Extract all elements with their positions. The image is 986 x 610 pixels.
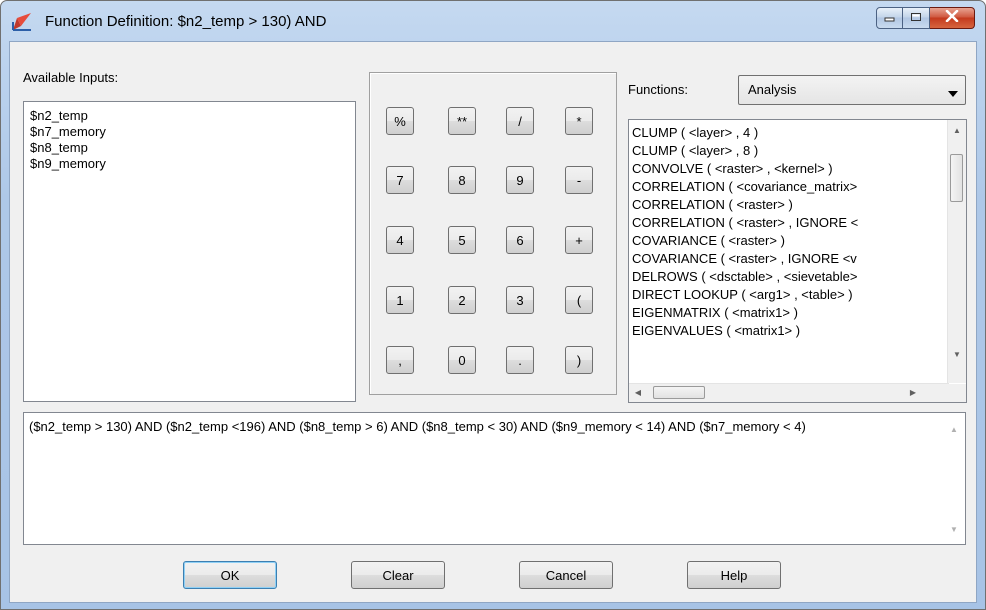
keypad-button-plus[interactable]: +	[565, 226, 593, 254]
functions-vertical-scrollbar[interactable]: ▲ ▼	[947, 120, 966, 383]
keypad-button-percent[interactable]: %	[386, 107, 414, 135]
scroll-up-icon[interactable]: ▲	[948, 126, 966, 135]
function-item[interactable]: CORRELATION ( <raster> )	[629, 196, 935, 214]
available-inputs-list[interactable]: $n2_temp $n7_memory $n8_temp $n9_memory	[23, 101, 356, 402]
keypad-button-6[interactable]: 6	[506, 226, 534, 254]
keypad-button-period[interactable]: .	[506, 346, 534, 374]
minimize-icon	[884, 9, 896, 27]
selected-category: Analysis	[748, 82, 797, 97]
cancel-button[interactable]: Cancel	[519, 561, 613, 589]
keypad-button-3[interactable]: 3	[506, 286, 534, 314]
input-item[interactable]: $n7_memory	[24, 124, 355, 140]
keypad-button-power[interactable]: **	[448, 107, 476, 135]
function-definition-window: Function Definition: $n2_temp > 130) AND…	[0, 0, 986, 610]
input-item[interactable]: $n2_temp	[24, 108, 355, 124]
scroll-down-icon[interactable]: ▼	[945, 525, 963, 534]
functions-list[interactable]: CLUMP ( <layer> , 4 ) CLUMP ( <layer> , …	[628, 119, 967, 403]
caption-buttons	[876, 7, 975, 29]
help-button[interactable]: Help	[687, 561, 781, 589]
close-button[interactable]	[930, 7, 975, 29]
clear-button[interactable]: Clear	[351, 561, 445, 589]
scrollbar-corner	[948, 384, 966, 402]
horizontal-scroll-thumb[interactable]	[653, 386, 705, 399]
keypad-button-close-paren[interactable]: )	[565, 346, 593, 374]
vertical-scroll-thumb[interactable]	[950, 154, 963, 202]
keypad-button-9[interactable]: 9	[506, 166, 534, 194]
keypad-button-1[interactable]: 1	[386, 286, 414, 314]
function-item[interactable]: DELROWS ( <dsctable> , <sievetable>	[629, 268, 935, 286]
scroll-down-icon[interactable]: ▼	[948, 350, 966, 359]
function-item[interactable]: COVARIANCE ( <raster> , IGNORE <v	[629, 250, 935, 268]
function-item[interactable]: COVARIANCE ( <raster> )	[629, 232, 935, 250]
scroll-left-icon[interactable]: ◀	[629, 388, 647, 397]
keypad-button-4[interactable]: 4	[386, 226, 414, 254]
chevron-down-icon	[947, 86, 959, 101]
keypad-button-5[interactable]: 5	[448, 226, 476, 254]
close-icon	[945, 9, 959, 27]
keypad-button-8[interactable]: 8	[448, 166, 476, 194]
expression-text[interactable]: ($n2_temp > 130) AND ($n2_temp <196) AND…	[29, 419, 934, 435]
function-item[interactable]: CLUMP ( <layer> , 4 )	[629, 124, 935, 142]
dialog-client-area: Available Inputs: $n2_temp $n7_memory $n…	[9, 41, 977, 603]
ok-button[interactable]: OK	[183, 561, 277, 589]
scroll-right-icon[interactable]: ▶	[904, 388, 922, 397]
title-bar[interactable]: Function Definition: $n2_temp > 130) AND	[1, 1, 985, 43]
function-item[interactable]: CONVOLVE ( <raster> , <kernel> )	[629, 160, 935, 178]
keypad-button-0[interactable]: 0	[448, 346, 476, 374]
function-item[interactable]: EIGENMATRIX ( <matrix1> )	[629, 304, 935, 322]
calculator-keypad: % ** / * 7 8 9 - 4 5 6 + 1 2 3 ( , 0 . )	[369, 72, 617, 395]
functions-horizontal-scrollbar[interactable]: ◀ ▶	[629, 383, 949, 402]
keypad-button-2[interactable]: 2	[448, 286, 476, 314]
scroll-up-icon[interactable]: ▲	[945, 425, 963, 434]
input-item[interactable]: $n8_temp	[24, 140, 355, 156]
function-item[interactable]: EIGENVALUES ( <matrix1> )	[629, 322, 935, 340]
keypad-button-multiply[interactable]: *	[565, 107, 593, 135]
expression-editor[interactable]: ($n2_temp > 130) AND ($n2_temp <196) AND…	[23, 412, 966, 545]
functions-list-items: CLUMP ( <layer> , 4 ) CLUMP ( <layer> , …	[629, 124, 935, 386]
available-inputs-label: Available Inputs:	[23, 70, 119, 85]
minimize-button[interactable]	[876, 7, 903, 29]
functions-label: Functions:	[628, 82, 688, 97]
functions-category-select[interactable]: Analysis	[738, 75, 966, 105]
keypad-button-divide[interactable]: /	[506, 107, 534, 135]
keypad-button-minus[interactable]: -	[565, 166, 593, 194]
function-item[interactable]: CORRELATION ( <raster> , IGNORE <	[629, 214, 935, 232]
keypad-button-open-paren[interactable]: (	[565, 286, 593, 314]
function-item[interactable]: DIRECT LOOKUP ( <arg1> , <table> )	[629, 286, 935, 304]
keypad-button-7[interactable]: 7	[386, 166, 414, 194]
function-item[interactable]: CORRELATION ( <covariance_matrix>	[629, 178, 935, 196]
maximize-button[interactable]	[903, 7, 930, 29]
function-item[interactable]: CLUMP ( <layer> , 8 )	[629, 142, 935, 160]
input-item[interactable]: $n9_memory	[24, 156, 355, 172]
pen-tool-icon	[11, 12, 33, 32]
window-title: Function Definition: $n2_temp > 130) AND	[45, 13, 327, 30]
maximize-icon	[910, 9, 922, 27]
keypad-button-comma[interactable]: ,	[386, 346, 414, 374]
